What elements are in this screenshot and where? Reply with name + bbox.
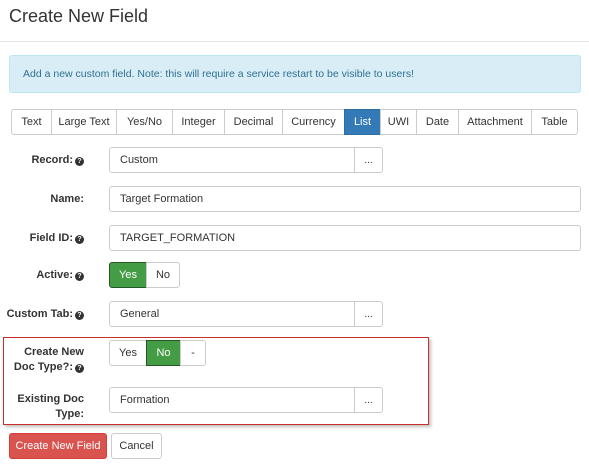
active-toggle: Yes No	[109, 262, 180, 288]
name-input[interactable]: Target Formation	[109, 186, 581, 212]
question-circle-icon: ?	[75, 311, 84, 320]
name-label: Name:	[50, 192, 84, 207]
field-id-label-text: Field ID:	[29, 232, 73, 244]
create-doc-type-toggle: Yes No -	[109, 340, 206, 366]
tab-attachment[interactable]: Attachment	[458, 109, 532, 135]
field-id-input[interactable]: TARGET_FORMATION	[109, 225, 581, 251]
tab-large-text[interactable]: Large Text	[51, 109, 117, 135]
active-yes-option[interactable]: Yes	[109, 262, 147, 288]
question-circle-icon: ?	[75, 235, 84, 244]
tab-list[interactable]: List	[344, 109, 381, 135]
custom-tab-label-text: Custom Tab:	[6, 308, 73, 320]
tab-table[interactable]: Table	[531, 109, 578, 135]
tab-yes-no[interactable]: Yes/No	[116, 109, 173, 135]
tab-currency[interactable]: Currency	[282, 109, 345, 135]
create-field-button[interactable]: Create New Field	[9, 433, 107, 459]
create-doc-type-label-line2: Doc Type?:	[13, 361, 73, 373]
record-browse-button[interactable]: ...	[354, 147, 383, 173]
tab-uwi[interactable]: UWI	[380, 109, 417, 135]
tab-text[interactable]: Text	[11, 109, 52, 135]
info-alert: Add a new custom field. Note: this will …	[9, 55, 581, 93]
name-label-text: Name:	[50, 193, 84, 205]
cancel-button[interactable]: Cancel	[111, 433, 162, 459]
question-circle-icon: ?	[75, 157, 84, 166]
tab-decimal[interactable]: Decimal	[224, 109, 283, 135]
custom-tab-label: Custom Tab:?	[7, 307, 84, 322]
active-label: Active:?	[36, 268, 84, 283]
custom-tab-lookup: General ...	[109, 301, 383, 327]
create-doc-type-label-line1: Create New	[24, 346, 84, 358]
tab-date[interactable]: Date	[416, 109, 459, 135]
field-id-label: Field ID:?	[30, 231, 84, 246]
existing-doc-type-field[interactable]: Formation	[109, 387, 355, 413]
create-doc-type-yes-option[interactable]: Yes	[109, 340, 147, 366]
page-title: Create New Field	[9, 6, 149, 26]
record-lookup: Custom ...	[109, 147, 383, 173]
question-circle-icon: ?	[75, 272, 84, 281]
active-label-text: Active:	[36, 269, 73, 281]
title-divider	[0, 41, 589, 42]
record-field[interactable]: Custom	[109, 147, 355, 173]
custom-tab-field[interactable]: General	[109, 301, 355, 327]
existing-doc-type-lookup: Formation ...	[109, 387, 383, 413]
create-doc-type-unset-option[interactable]: -	[180, 340, 206, 366]
record-label: Record:?	[31, 153, 84, 168]
alert-text: Add a new custom field. Note: this will …	[23, 68, 415, 80]
active-no-option[interactable]: No	[146, 262, 180, 288]
create-doc-type-no-option[interactable]: No	[146, 340, 181, 366]
record-label-text: Record:	[31, 154, 73, 166]
create-doc-type-label: Create New Doc Type?:?	[14, 345, 84, 375]
field-type-tabs: Text Large Text Yes/No Integer Decimal C…	[11, 109, 578, 135]
existing-doc-type-browse-button[interactable]: ...	[354, 387, 383, 413]
custom-tab-browse-button[interactable]: ...	[354, 301, 383, 327]
existing-doc-type-label-line2: Type:	[55, 408, 84, 420]
tab-integer[interactable]: Integer	[172, 109, 225, 135]
question-circle-icon: ?	[75, 364, 84, 373]
existing-doc-type-label: Existing Doc Type:	[17, 392, 84, 422]
existing-doc-type-label-line1: Existing Doc	[17, 393, 84, 405]
